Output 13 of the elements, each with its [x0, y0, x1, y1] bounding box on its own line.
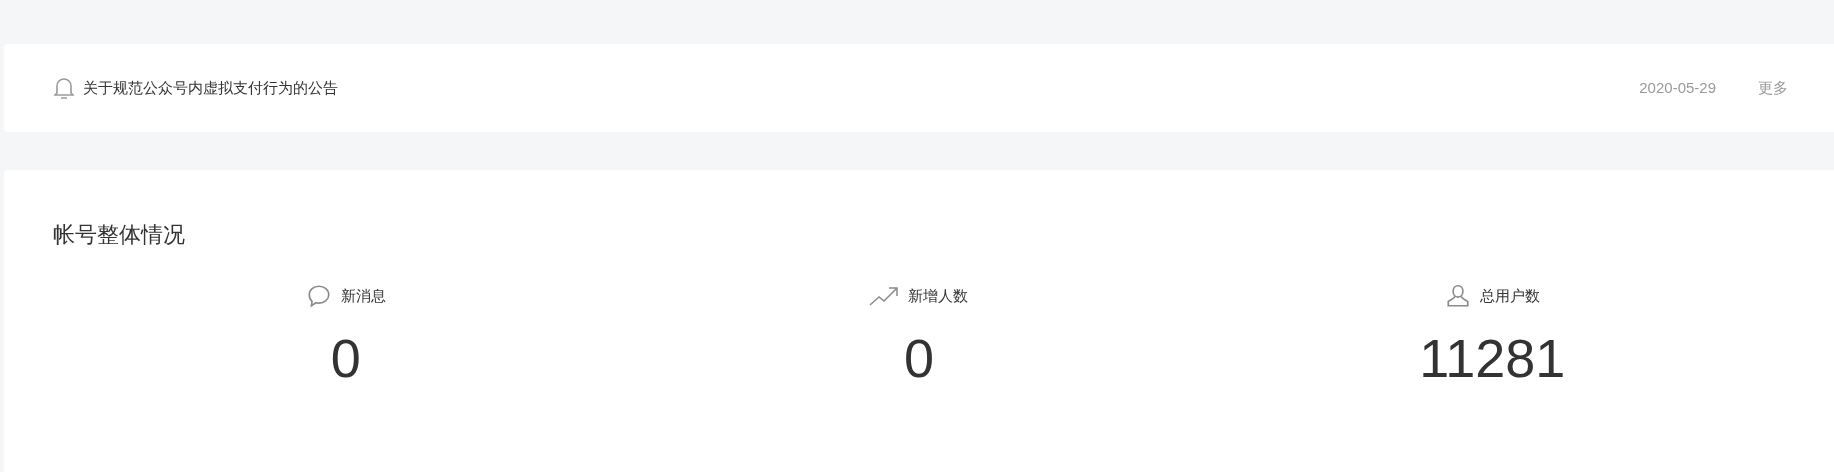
speech-bubble-icon — [305, 283, 332, 309]
trend-up-icon — [869, 285, 900, 307]
bell-icon — [54, 76, 74, 100]
notice-date: 2020-05-29 — [1639, 77, 1716, 98]
stat-label: 新增人数 — [908, 285, 969, 306]
stat-value: 0 — [330, 331, 361, 385]
stat-label: 总用户数 — [1479, 285, 1540, 306]
stat-value: 11281 — [1419, 331, 1566, 385]
notice-title[interactable]: 关于规范公众号内虚拟支付行为的公告 — [83, 76, 338, 100]
overview-title: 帐号整体情况 — [53, 221, 186, 249]
stat-label: 新消息 — [340, 285, 386, 306]
stat-value: 0 — [903, 331, 934, 385]
user-icon — [1444, 283, 1471, 309]
